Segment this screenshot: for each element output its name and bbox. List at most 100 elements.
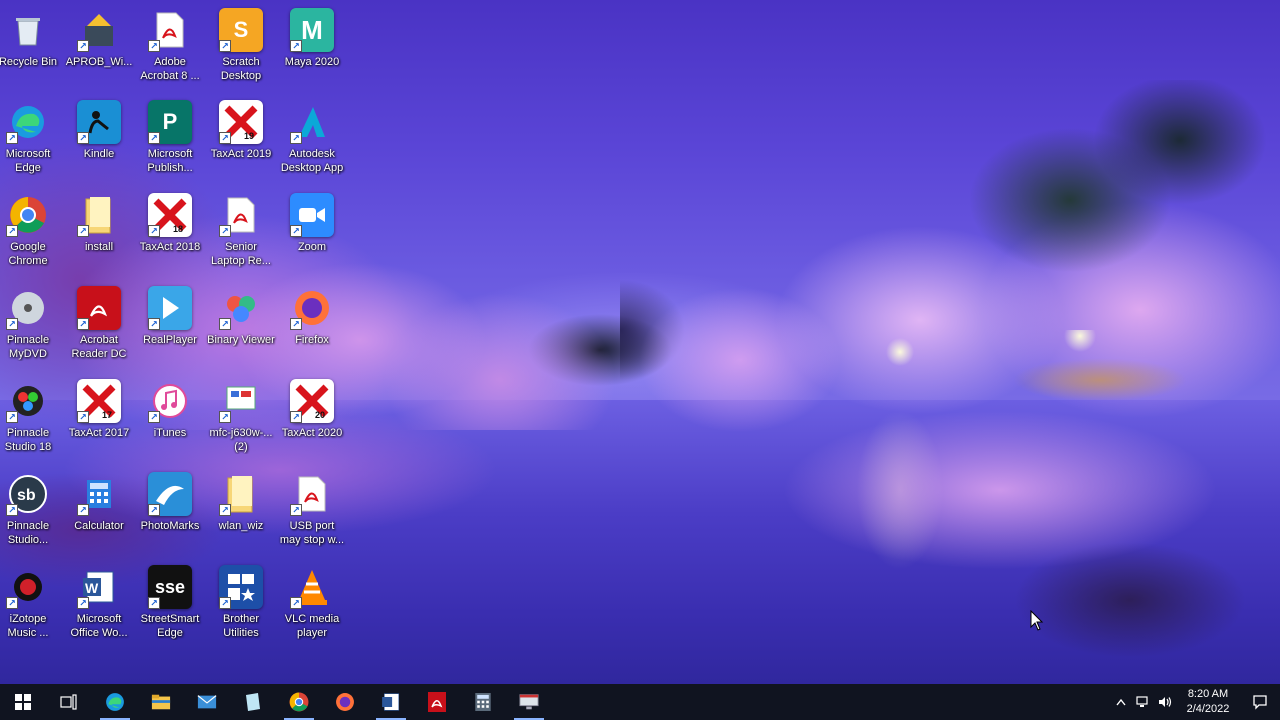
show-hidden-icons-chevron-icon[interactable] [1110, 684, 1132, 720]
shortcut-arrow-icon: ↗ [77, 504, 89, 516]
desktop-icon[interactable]: 18 ↗ TaxAct 2018 [134, 187, 206, 279]
notification-icon [1253, 695, 1267, 710]
desktop-icon[interactable]: ↗ Google Chrome [0, 187, 64, 279]
desktop-icon-label: Google Chrome [8, 241, 48, 267]
desktop-icon-label: Maya 2020 [284, 56, 340, 68]
desktop-icon[interactable]: ↗ install [63, 187, 135, 279]
desktop-icon[interactable]: sb ↗ Pinnacle Studio... [0, 466, 64, 558]
desktop-icon-label: Microsoft Office Wo... [70, 613, 128, 639]
desktop-icon[interactable]: ↗ wlan_wiz [205, 466, 277, 558]
folder-icon: ↗ [219, 472, 263, 516]
desktop-icon[interactable]: ↗ Autodesk Desktop App [276, 94, 348, 186]
acrobat-icon [427, 692, 447, 712]
edge-icon [105, 692, 125, 712]
desktop-icon[interactable]: S ↗ Scratch Desktop [205, 2, 277, 94]
desktop-icon[interactable]: Recycle Bin [0, 2, 64, 94]
chrome-icon [289, 692, 309, 712]
task-view-button[interactable] [46, 684, 92, 720]
shortcut-arrow-icon: ↗ [77, 40, 89, 52]
shortcut-arrow-icon: ↗ [219, 504, 231, 516]
volume-icon[interactable] [1154, 684, 1176, 720]
desktop-icon[interactable]: ↗ Acrobat Reader DC [63, 280, 135, 372]
pinnacle-sb-icon: sb ↗ [6, 472, 50, 516]
desktop-icon[interactable]: ↗ PhotoMarks [134, 466, 206, 558]
taskbar-acrobat[interactable] [414, 684, 460, 720]
taskbar-mail[interactable] [184, 684, 230, 720]
desktop-icon[interactable]: ↗ Pinnacle MyDVD [0, 280, 64, 372]
desktop-icon[interactable]: 20 ↗ TaxAct 2020 [276, 373, 348, 465]
desktop-icon[interactable]: ↗ Microsoft Edge [0, 94, 64, 186]
shortcut-arrow-icon: ↗ [219, 318, 231, 330]
folder-icon: ↗ [77, 193, 121, 237]
shortcut-arrow-icon: ↗ [148, 597, 160, 609]
desktop-icon[interactable]: ↗ Pinnacle Studio 18 [0, 373, 64, 465]
shortcut-arrow-icon: ↗ [219, 132, 231, 144]
calculator-icon: ↗ [77, 472, 121, 516]
desktop-icon[interactable]: ↗ Brother Utilities [205, 559, 277, 651]
desktop-icon[interactable]: ↗ iTunes [134, 373, 206, 465]
word-icon [381, 692, 401, 712]
shortcut-arrow-icon: ↗ [77, 318, 89, 330]
wallpaper-lights [880, 330, 1200, 400]
shortcut-arrow-icon: ↗ [148, 504, 160, 516]
desktop-icon[interactable]: ↗ USB port may stop w... [276, 466, 348, 558]
desktop-icon-label: Pinnacle MyDVD [6, 334, 50, 360]
taskbar-file-explorer[interactable] [138, 684, 184, 720]
acrobat-reader-icon: ↗ [77, 286, 121, 330]
desktop-icon[interactable]: ↗ Binary Viewer [205, 280, 277, 372]
desktop-icon[interactable]: M ↗ Maya 2020 [276, 2, 348, 94]
edge-icon: ↗ [6, 100, 50, 144]
taxact-icon: 18 ↗ [148, 193, 192, 237]
desktop-icon-label: Pinnacle Studio... [6, 520, 50, 546]
shortcut-arrow-icon: ↗ [6, 597, 18, 609]
taskbar-clock[interactable]: 8:20 AM 2/4/2022 [1176, 687, 1240, 717]
taskbar-screen[interactable] [506, 684, 552, 720]
wallpaper-reflection-right [650, 410, 1280, 670]
desktop-icon[interactable]: ↗ mfc-j630w-... (2) [205, 373, 277, 465]
desktop-icon[interactable]: sse ↗ StreetSmart Edge [134, 559, 206, 651]
svg-text:W: W [85, 580, 99, 596]
taskbar-word[interactable] [368, 684, 414, 720]
desktop-icon[interactable]: ↗ iZotope Music ... [0, 559, 64, 651]
desktop-icon[interactable]: ↗ Calculator [63, 466, 135, 558]
taskbar-firefox[interactable] [322, 684, 368, 720]
desktop-icon[interactable]: ↗ Firefox [276, 280, 348, 372]
calculator-icon [473, 692, 493, 712]
clock-time: 8:20 AM [1187, 688, 1229, 700]
shortcut-arrow-icon: ↗ [77, 411, 89, 423]
desktop-icon-label: TaxAct 2020 [281, 427, 343, 439]
desktop-icon[interactable]: ↗ APROB_Wi... [63, 2, 135, 94]
desktop-icon-label: Senior Laptop Re... [211, 241, 271, 267]
taskbar-chrome[interactable] [276, 684, 322, 720]
desktop-icon[interactable]: ↗ Kindle [63, 94, 135, 186]
desktop-icon[interactable]: 19 ↗ TaxAct 2019 [205, 94, 277, 186]
desktop-icon[interactable]: 17 ↗ TaxAct 2017 [63, 373, 135, 465]
desktop-icon[interactable]: ↗ Senior Laptop Re... [205, 187, 277, 279]
shortcut-arrow-icon: ↗ [219, 597, 231, 609]
screen-icon [519, 692, 539, 712]
shortcut-arrow-icon: ↗ [77, 225, 89, 237]
taskbar-edge[interactable] [92, 684, 138, 720]
shortcut-arrow-icon: ↗ [219, 411, 231, 423]
desktop-icon[interactable]: P ↗ Microsoft Publish... [134, 94, 206, 186]
network-icon[interactable] [1132, 684, 1154, 720]
desktop-icon[interactable]: ↗ Adobe Acrobat 8 ... [134, 2, 206, 94]
desktop-icon-label: RealPlayer [143, 334, 197, 346]
taskbar-calculator[interactable] [460, 684, 506, 720]
start-button[interactable] [0, 684, 46, 720]
shortcut-arrow-icon: ↗ [6, 225, 18, 237]
task-view-icon [59, 692, 79, 712]
shortcut-arrow-icon: ↗ [148, 225, 160, 237]
brother-utilities-icon: ↗ [219, 565, 263, 609]
desktop-icon[interactable]: ↗ Zoom [276, 187, 348, 279]
desktop-icon[interactable]: ↗ RealPlayer [134, 280, 206, 372]
desktop-icon-label: Acrobat Reader DC [71, 334, 127, 360]
shortcut-arrow-icon: ↗ [290, 411, 302, 423]
action-center-button[interactable] [1240, 684, 1280, 720]
desktop-icon[interactable]: ↗ VLC media player [276, 559, 348, 651]
desktop-icon-label: Microsoft Publish... [147, 148, 193, 174]
desktop-icon[interactable]: W ↗ Microsoft Office Wo... [63, 559, 135, 651]
mydvd-icon: ↗ [6, 286, 50, 330]
shortcut-arrow-icon: ↗ [148, 411, 160, 423]
taskbar-notes[interactable] [230, 684, 276, 720]
